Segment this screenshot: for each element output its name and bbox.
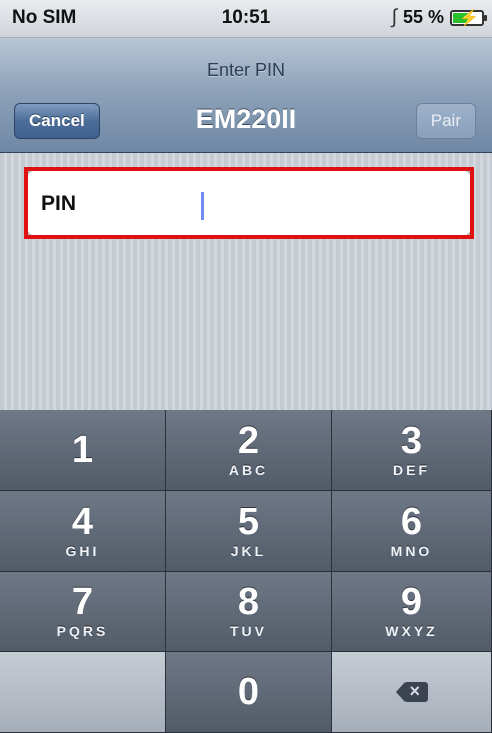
pin-field[interactable]: PIN xyxy=(26,169,472,237)
key-0[interactable]: 0 xyxy=(166,652,332,733)
key-number: 3 xyxy=(400,419,423,462)
battery-charging-icon: ⚡ xyxy=(450,9,487,27)
key-number: 0 xyxy=(237,671,260,714)
key-letters: GHI xyxy=(65,542,100,559)
key-number: 5 xyxy=(237,500,260,543)
key-5[interactable]: 5 JKL xyxy=(166,490,332,572)
backspace-icon: × xyxy=(395,681,428,703)
text-cursor xyxy=(201,192,204,220)
key-9[interactable]: 9 WXYZ xyxy=(332,571,492,653)
key-6[interactable]: 6 MNO xyxy=(332,490,492,572)
key-letters: PQRS xyxy=(56,623,109,640)
pair-button[interactable]: Pair xyxy=(415,103,476,139)
key-number: 2 xyxy=(237,419,260,462)
blank-key xyxy=(0,652,166,733)
key-letters: MNO xyxy=(390,542,433,559)
key-number: 6 xyxy=(400,500,423,543)
bluetooth-icon: ∫ xyxy=(391,6,397,28)
key-number: 1 xyxy=(71,428,94,471)
status-right: ∫ 55 % ⚡ xyxy=(391,6,487,29)
key-7[interactable]: 7 PQRS xyxy=(0,571,166,653)
key-number: 9 xyxy=(400,581,423,624)
key-4[interactable]: 4 GHI xyxy=(0,490,166,572)
key-letters: WXYZ xyxy=(385,623,438,640)
battery-percent: 55 % xyxy=(402,7,444,27)
key-3[interactable]: 3 DEF xyxy=(332,410,492,491)
nav-prompt: Enter PIN xyxy=(206,60,286,80)
key-number: 4 xyxy=(71,500,94,543)
key-letters: ABC xyxy=(228,461,269,478)
pin-label: PIN xyxy=(41,192,77,215)
key-number: 8 xyxy=(237,581,260,624)
key-letters: JKL xyxy=(230,542,267,559)
key-8[interactable]: 8 TUV xyxy=(166,571,332,653)
content-area: PIN xyxy=(0,153,492,410)
charging-bolt-icon: ⚡ xyxy=(459,9,479,27)
key-1[interactable]: 1 xyxy=(0,410,166,491)
key-letters: TUV xyxy=(230,623,267,640)
key-2[interactable]: 2 ABC xyxy=(166,410,332,491)
key-number: 7 xyxy=(71,581,94,624)
navigation-bar: Enter PIN Cancel EM220II Pair xyxy=(0,38,492,153)
numeric-keypad: 1 2 ABC 3 DEF 4 GHI 5 JKL 6 MNO 7 PQRS 8… xyxy=(0,410,492,733)
key-letters: DEF xyxy=(393,461,430,478)
status-bar: No SIM 10:51 ∫ 55 % ⚡ xyxy=(0,0,492,38)
delete-key[interactable]: × xyxy=(332,652,492,733)
pin-input[interactable] xyxy=(199,184,463,226)
